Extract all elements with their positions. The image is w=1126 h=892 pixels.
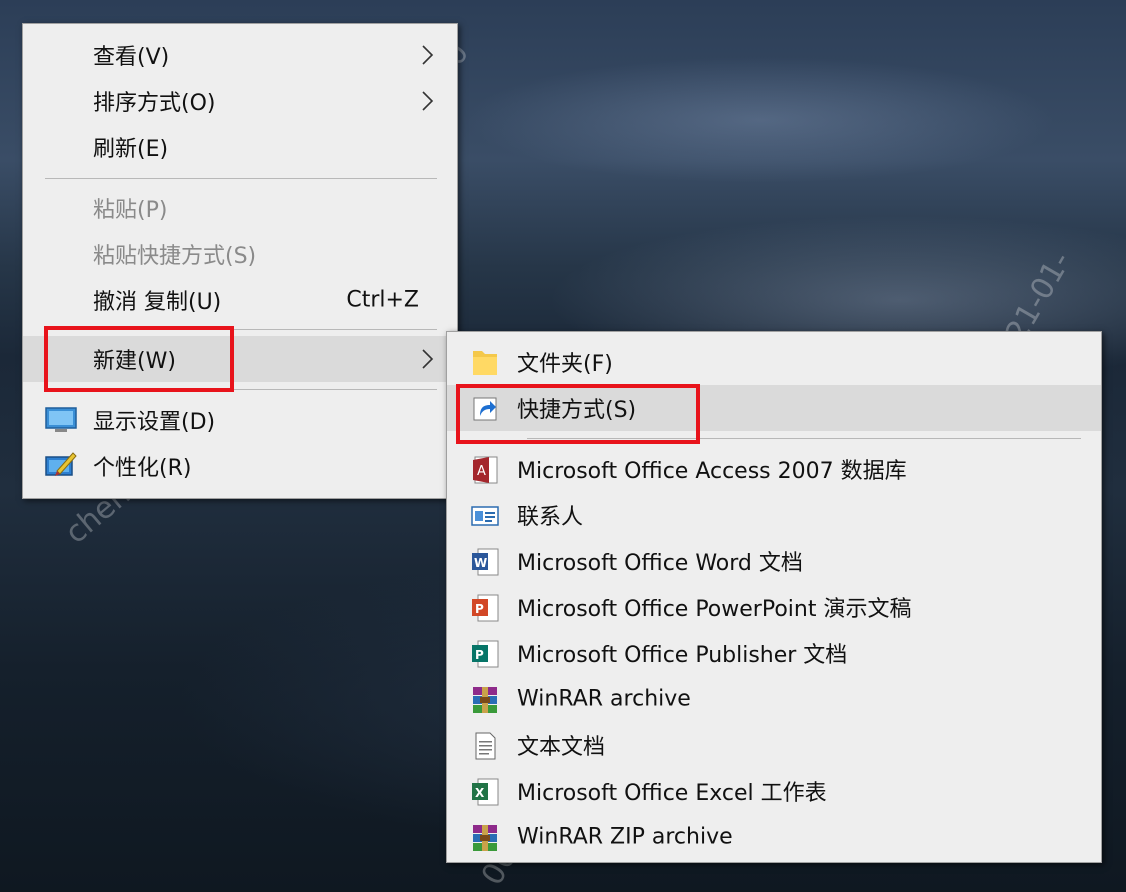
menu-item-label: 显示设置(D): [93, 410, 216, 435]
submenu-item-folder[interactable]: 文件夹(F): [447, 339, 1101, 385]
menu-item-refresh[interactable]: 刷新(E): [23, 124, 457, 170]
menu-item-label: 联系人: [517, 505, 584, 530]
svg-text:W: W: [474, 556, 487, 570]
powerpoint-icon: P: [472, 594, 499, 622]
publisher-icon: P: [472, 640, 499, 668]
menu-item-label: 撤消 复制(U): [93, 290, 222, 315]
svg-text:P: P: [475, 602, 484, 616]
menu-item-label: Microsoft Office Word 文档: [517, 551, 803, 576]
chevron-right-icon: [422, 45, 434, 65]
menu-item-label: Microsoft Office Publisher 文档: [517, 643, 848, 668]
display-settings-icon: [45, 407, 77, 432]
menu-item-label: 文件夹(F): [517, 352, 613, 377]
menu-item-label: WinRAR ZIP archive: [517, 824, 733, 850]
winrar-icon: [473, 687, 497, 713]
svg-text:P: P: [475, 648, 484, 662]
submenu-item-contact[interactable]: 联系人: [447, 492, 1101, 538]
menu-item-undo-copy[interactable]: 撤消 复制(U) Ctrl+Z: [23, 277, 457, 323]
submenu-item-winrar[interactable]: WinRAR archive: [447, 676, 1101, 722]
menu-item-label: Microsoft Office PowerPoint 演示文稿: [517, 597, 912, 622]
shortcut-label: Ctrl+Z: [346, 287, 419, 313]
menu-item-label: 粘贴快捷方式(S): [93, 244, 257, 269]
desktop-context-menu: 查看(V) 排序方式(O) 刷新(E) 粘贴(P) 粘贴快捷方式(S) 撤消 复…: [22, 23, 458, 499]
menu-item-paste-shortcut[interactable]: 粘贴快捷方式(S): [23, 231, 457, 277]
menu-item-view[interactable]: 查看(V): [23, 32, 457, 78]
menu-item-label: Microsoft Office Access 2007 数据库: [517, 459, 907, 484]
menu-item-display-settings[interactable]: 显示设置(D): [23, 397, 457, 443]
submenu-item-powerpoint[interactable]: P Microsoft Office PowerPoint 演示文稿: [447, 584, 1101, 630]
submenu-item-publisher[interactable]: P Microsoft Office Publisher 文档: [447, 630, 1101, 676]
menu-item-label: 个性化(R): [93, 456, 192, 481]
chevron-right-icon: [422, 349, 434, 369]
menu-item-paste[interactable]: 粘贴(P): [23, 185, 457, 231]
menu-item-label: 查看(V): [93, 45, 170, 70]
menu-item-label: 排序方式(O): [93, 91, 216, 116]
folder-icon: [473, 351, 497, 375]
text-document-icon: [475, 732, 496, 760]
menu-item-label: 文本文档: [517, 735, 606, 760]
menu-item-label: 刷新(E): [93, 137, 169, 162]
word-icon: W: [472, 548, 499, 576]
svg-text:A: A: [477, 464, 486, 479]
menu-separator: [45, 178, 437, 179]
highlight-box-shortcut: [456, 384, 700, 444]
contact-icon: [471, 506, 499, 526]
menu-item-label: 粘贴(P): [93, 198, 168, 223]
chevron-right-icon: [422, 91, 434, 111]
svg-text:X: X: [475, 786, 485, 800]
menu-item-label: Microsoft Office Excel 工作表: [517, 781, 827, 806]
submenu-item-text-document[interactable]: 文本文档: [447, 722, 1101, 768]
menu-item-sort[interactable]: 排序方式(O): [23, 78, 457, 124]
access-icon: A: [473, 456, 498, 484]
menu-item-personalize[interactable]: 个性化(R): [23, 443, 457, 489]
submenu-item-access[interactable]: A Microsoft Office Access 2007 数据库: [447, 446, 1101, 492]
submenu-item-winrar-zip[interactable]: WinRAR ZIP archive: [447, 814, 1101, 860]
menu-item-label: WinRAR archive: [517, 686, 691, 712]
winrar-zip-icon: [473, 825, 497, 851]
personalize-icon: [45, 452, 77, 476]
excel-icon: X: [472, 778, 499, 806]
submenu-item-excel[interactable]: X Microsoft Office Excel 工作表: [447, 768, 1101, 814]
highlight-box-new: [44, 326, 234, 392]
submenu-item-word[interactable]: W Microsoft Office Word 文档: [447, 538, 1101, 584]
